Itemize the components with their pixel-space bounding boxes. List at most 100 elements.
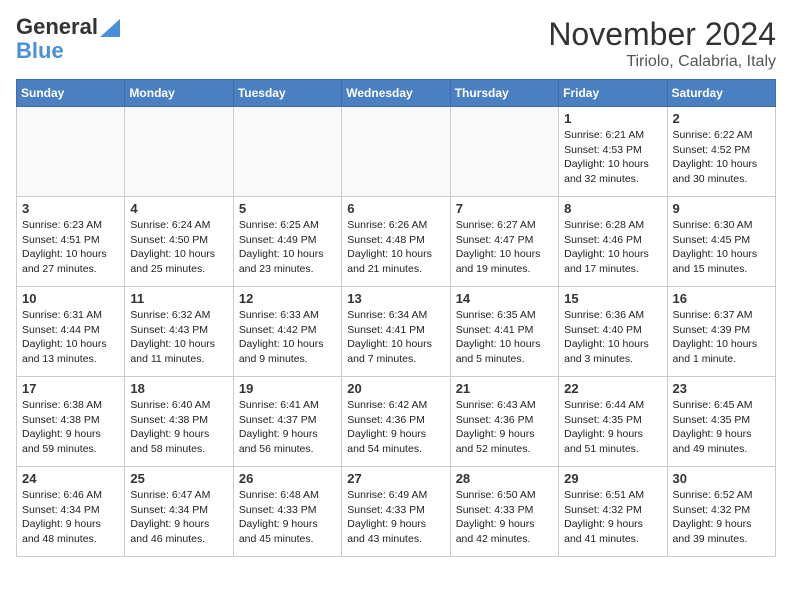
- calendar-cell: 29 Sunrise: 6:51 AM Sunset: 4:32 PM Dayli…: [559, 467, 667, 557]
- day-number: 21: [456, 381, 553, 396]
- calendar-cell: [125, 107, 233, 197]
- day-number: 7: [456, 201, 553, 216]
- day-number: 19: [239, 381, 336, 396]
- day-number: 8: [564, 201, 661, 216]
- day-info: Sunrise: 6:45 AM Sunset: 4:35 PM Dayligh…: [673, 398, 770, 457]
- day-info: Sunrise: 6:35 AM Sunset: 4:41 PM Dayligh…: [456, 308, 553, 367]
- calendar-week-3: 10 Sunrise: 6:31 AM Sunset: 4:44 PM Dayli…: [17, 287, 776, 377]
- calendar-cell: 24 Sunrise: 6:46 AM Sunset: 4:34 PM Dayli…: [17, 467, 125, 557]
- calendar-cell: 17 Sunrise: 6:38 AM Sunset: 4:38 PM Dayli…: [17, 377, 125, 467]
- day-info: Sunrise: 6:32 AM Sunset: 4:43 PM Dayligh…: [130, 308, 227, 367]
- calendar-cell: 26Sunrise: 6:48 AM Sunset: 4:33 PM Dayli…: [233, 467, 341, 557]
- month-title: November 2024: [548, 16, 776, 53]
- day-number: 30: [673, 471, 770, 486]
- calendar-cell: 11 Sunrise: 6:32 AM Sunset: 4:43 PM Dayli…: [125, 287, 233, 377]
- logo-blue: Blue: [16, 38, 64, 63]
- calendar-week-5: 24 Sunrise: 6:46 AM Sunset: 4:34 PM Dayli…: [17, 467, 776, 557]
- day-number: 29: [564, 471, 661, 486]
- weekday-header-wednesday: Wednesday: [342, 80, 450, 107]
- logo-general: General: [16, 16, 98, 38]
- logo-icon: [100, 15, 120, 37]
- day-number: 5: [239, 201, 336, 216]
- day-number: 15: [564, 291, 661, 306]
- calendar-week-4: 17 Sunrise: 6:38 AM Sunset: 4:38 PM Dayli…: [17, 377, 776, 467]
- day-info: Sunrise: 6:22 AM Sunset: 4:52 PM Dayligh…: [673, 128, 770, 187]
- day-number: 4: [130, 201, 227, 216]
- logo: General Blue: [16, 16, 120, 64]
- day-info: Sunrise: 6:51 AM Sunset: 4:32 PM Dayligh…: [564, 488, 661, 547]
- calendar-table: SundayMondayTuesdayWednesdayThursdayFrid…: [16, 79, 776, 557]
- day-info: Sunrise: 6:44 AM Sunset: 4:35 PM Dayligh…: [564, 398, 661, 457]
- day-info: Sunrise: 6:34 AM Sunset: 4:41 PM Dayligh…: [347, 308, 444, 367]
- calendar-cell: 5 Sunrise: 6:25 AM Sunset: 4:49 PM Daylig…: [233, 197, 341, 287]
- calendar-cell: 15 Sunrise: 6:36 AM Sunset: 4:40 PM Dayli…: [559, 287, 667, 377]
- day-info: Sunrise: 6:27 AM Sunset: 4:47 PM Dayligh…: [456, 218, 553, 277]
- day-info: Sunrise: 6:21 AM Sunset: 4:53 PM Dayligh…: [564, 128, 661, 187]
- weekday-header-tuesday: Tuesday: [233, 80, 341, 107]
- calendar-cell: 22Sunrise: 6:44 AM Sunset: 4:35 PM Dayli…: [559, 377, 667, 467]
- calendar-cell: 19 Sunrise: 6:41 AM Sunset: 4:37 PM Dayli…: [233, 377, 341, 467]
- calendar-cell: 21Sunrise: 6:43 AM Sunset: 4:36 PM Dayli…: [450, 377, 558, 467]
- day-number: 1: [564, 111, 661, 126]
- day-info: Sunrise: 6:49 AM Sunset: 4:33 PM Dayligh…: [347, 488, 444, 547]
- day-number: 13: [347, 291, 444, 306]
- calendar-cell: [17, 107, 125, 197]
- day-info: Sunrise: 6:38 AM Sunset: 4:38 PM Dayligh…: [22, 398, 119, 457]
- day-number: 14: [456, 291, 553, 306]
- calendar-cell: [233, 107, 341, 197]
- day-number: 16: [673, 291, 770, 306]
- day-info: Sunrise: 6:24 AM Sunset: 4:50 PM Dayligh…: [130, 218, 227, 277]
- day-number: 23: [673, 381, 770, 396]
- day-number: 10: [22, 291, 119, 306]
- calendar-cell: 13 Sunrise: 6:34 AM Sunset: 4:41 PM Dayli…: [342, 287, 450, 377]
- calendar-cell: 30Sunrise: 6:52 AM Sunset: 4:32 PM Dayli…: [667, 467, 775, 557]
- calendar-cell: 3Sunrise: 6:23 AM Sunset: 4:51 PM Daylig…: [17, 197, 125, 287]
- calendar-cell: 18Sunrise: 6:40 AM Sunset: 4:38 PM Dayli…: [125, 377, 233, 467]
- calendar-cell: 8 Sunrise: 6:28 AM Sunset: 4:46 PM Daylig…: [559, 197, 667, 287]
- weekday-header-saturday: Saturday: [667, 80, 775, 107]
- day-info: Sunrise: 6:50 AM Sunset: 4:33 PM Dayligh…: [456, 488, 553, 547]
- calendar-cell: 4 Sunrise: 6:24 AM Sunset: 4:50 PM Daylig…: [125, 197, 233, 287]
- day-number: 25: [130, 471, 227, 486]
- day-info: Sunrise: 6:25 AM Sunset: 4:49 PM Dayligh…: [239, 218, 336, 277]
- day-number: 9: [673, 201, 770, 216]
- weekday-header-monday: Monday: [125, 80, 233, 107]
- day-number: 27: [347, 471, 444, 486]
- weekday-header-sunday: Sunday: [17, 80, 125, 107]
- calendar-cell: [450, 107, 558, 197]
- day-info: Sunrise: 6:30 AM Sunset: 4:45 PM Dayligh…: [673, 218, 770, 277]
- day-number: 11: [130, 291, 227, 306]
- calendar-cell: 16 Sunrise: 6:37 AM Sunset: 4:39 PM Dayli…: [667, 287, 775, 377]
- calendar-cell: 23 Sunrise: 6:45 AM Sunset: 4:35 PM Dayli…: [667, 377, 775, 467]
- day-number: 17: [22, 381, 119, 396]
- calendar-cell: 12Sunrise: 6:33 AM Sunset: 4:42 PM Dayli…: [233, 287, 341, 377]
- day-info: Sunrise: 6:37 AM Sunset: 4:39 PM Dayligh…: [673, 308, 770, 367]
- day-info: Sunrise: 6:31 AM Sunset: 4:44 PM Dayligh…: [22, 308, 119, 367]
- day-info: Sunrise: 6:47 AM Sunset: 4:34 PM Dayligh…: [130, 488, 227, 547]
- calendar-body: 1 Sunrise: 6:21 AM Sunset: 4:53 PM Daylig…: [17, 107, 776, 557]
- page-header: General Blue November 2024 Tiriolo, Cala…: [16, 16, 776, 71]
- day-number: 6: [347, 201, 444, 216]
- day-number: 24: [22, 471, 119, 486]
- location-title: Tiriolo, Calabria, Italy: [548, 53, 776, 71]
- calendar-cell: [342, 107, 450, 197]
- day-info: Sunrise: 6:28 AM Sunset: 4:46 PM Dayligh…: [564, 218, 661, 277]
- day-number: 20: [347, 381, 444, 396]
- calendar-cell: 28Sunrise: 6:50 AM Sunset: 4:33 PM Dayli…: [450, 467, 558, 557]
- day-number: 26: [239, 471, 336, 486]
- calendar-cell: 9 Sunrise: 6:30 AM Sunset: 4:45 PM Daylig…: [667, 197, 775, 287]
- calendar-cell: 7 Sunrise: 6:27 AM Sunset: 4:47 PM Daylig…: [450, 197, 558, 287]
- day-info: Sunrise: 6:33 AM Sunset: 4:42 PM Dayligh…: [239, 308, 336, 367]
- day-info: Sunrise: 6:41 AM Sunset: 4:37 PM Dayligh…: [239, 398, 336, 457]
- day-number: 2: [673, 111, 770, 126]
- calendar-cell: 6Sunrise: 6:26 AM Sunset: 4:48 PM Daylig…: [342, 197, 450, 287]
- day-number: 3: [22, 201, 119, 216]
- day-number: 18: [130, 381, 227, 396]
- calendar-week-1: 1 Sunrise: 6:21 AM Sunset: 4:53 PM Daylig…: [17, 107, 776, 197]
- day-info: Sunrise: 6:46 AM Sunset: 4:34 PM Dayligh…: [22, 488, 119, 547]
- calendar-cell: 14 Sunrise: 6:35 AM Sunset: 4:41 PM Dayli…: [450, 287, 558, 377]
- calendar-cell: 2 Sunrise: 6:22 AM Sunset: 4:52 PM Daylig…: [667, 107, 775, 197]
- calendar-cell: 1 Sunrise: 6:21 AM Sunset: 4:53 PM Daylig…: [559, 107, 667, 197]
- calendar-cell: 25 Sunrise: 6:47 AM Sunset: 4:34 PM Dayli…: [125, 467, 233, 557]
- day-info: Sunrise: 6:36 AM Sunset: 4:40 PM Dayligh…: [564, 308, 661, 367]
